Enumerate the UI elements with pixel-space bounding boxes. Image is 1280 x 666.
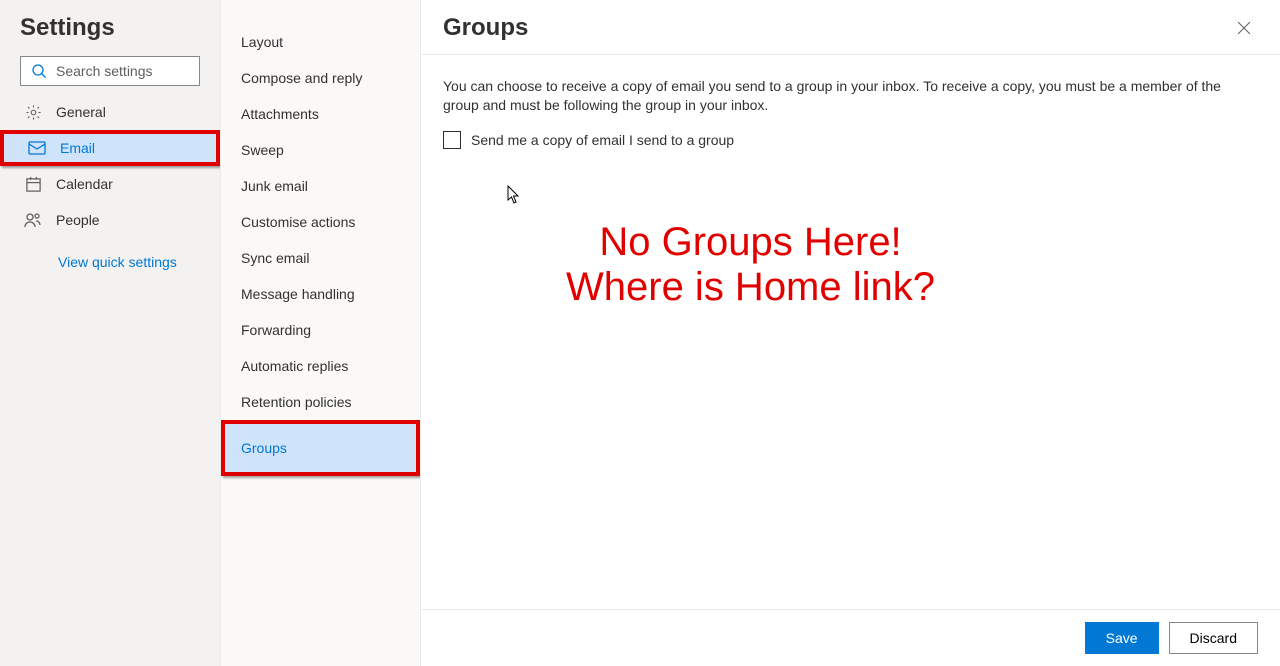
subnav-auto-replies[interactable]: Automatic replies: [221, 348, 420, 384]
nav-label: Email: [60, 140, 95, 156]
view-quick-settings-link[interactable]: View quick settings: [0, 238, 220, 270]
checkbox-label: Send me a copy of email I send to a grou…: [471, 132, 734, 148]
subnav-sync[interactable]: Sync email: [221, 240, 420, 276]
nav-item-calendar[interactable]: Calendar: [0, 166, 220, 202]
save-button[interactable]: Save: [1085, 622, 1159, 654]
detail-heading: Groups: [443, 14, 528, 42]
nav-item-general[interactable]: General: [0, 94, 220, 130]
close-icon: [1237, 21, 1251, 35]
nav-label: Calendar: [56, 176, 113, 192]
calendar-icon: [24, 176, 42, 193]
settings-title: Settings: [0, 14, 220, 56]
subnav-attachments[interactable]: Attachments: [221, 96, 420, 132]
nav-label: People: [56, 212, 100, 228]
search-icon: [31, 63, 47, 79]
subnav-customise[interactable]: Customise actions: [221, 204, 420, 240]
cursor-icon: [507, 185, 521, 208]
subnav-junk[interactable]: Junk email: [221, 168, 420, 204]
settings-subnav: Layout Compose and reply Attachments Swe…: [220, 0, 420, 666]
nav-item-people[interactable]: People: [0, 202, 220, 238]
settings-detail: Groups You can choose to receive a copy …: [420, 0, 1280, 666]
people-icon: [24, 212, 42, 228]
gear-icon: [24, 104, 42, 121]
detail-description: You can choose to receive a copy of emai…: [443, 77, 1258, 115]
settings-sidebar: Settings General Email Calenda: [0, 0, 220, 666]
subnav-message-handling[interactable]: Message handling: [221, 276, 420, 312]
nav-label: General: [56, 104, 106, 120]
discard-button[interactable]: Discard: [1169, 622, 1258, 654]
search-box[interactable]: [20, 56, 200, 86]
send-copy-checkbox[interactable]: [443, 131, 461, 149]
subnav-retention[interactable]: Retention policies: [221, 384, 420, 420]
close-button[interactable]: [1230, 14, 1258, 42]
annotation-line2: Where is Home link?: [566, 265, 935, 310]
subnav-compose[interactable]: Compose and reply: [221, 60, 420, 96]
annotation-line1: No Groups Here!: [566, 220, 935, 265]
mail-icon: [28, 141, 46, 155]
subnav-sweep[interactable]: Sweep: [221, 132, 420, 168]
nav-item-email[interactable]: Email: [0, 130, 220, 166]
annotation-overlay: No Groups Here! Where is Home link?: [566, 220, 935, 310]
subnav-groups[interactable]: Groups: [221, 420, 420, 476]
search-input[interactable]: [21, 57, 199, 85]
subnav-forwarding[interactable]: Forwarding: [221, 312, 420, 348]
subnav-layout[interactable]: Layout: [221, 24, 420, 60]
